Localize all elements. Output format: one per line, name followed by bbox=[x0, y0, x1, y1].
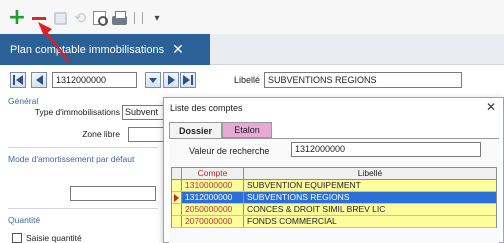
toolbar-separator bbox=[134, 12, 135, 24]
undo-icon[interactable]: ⟲ bbox=[72, 8, 88, 28]
dialog-panel: Valeur de recherche 1312000000 Compte Li… bbox=[169, 138, 499, 243]
grid-header: Compte Libellé bbox=[172, 168, 496, 180]
table-row[interactable]: 2050000000 CONCES & DROIT SIMIL BREV LIC bbox=[172, 204, 496, 216]
toolbar-separator bbox=[142, 12, 143, 24]
cell-libelle: CONCES & DROIT SIMIL BREV LIC bbox=[247, 204, 386, 214]
libelle-input[interactable]: SUBVENTIONS REGIONS bbox=[264, 72, 462, 88]
previous-record-button[interactable] bbox=[31, 72, 47, 88]
next-record-button[interactable] bbox=[163, 72, 179, 88]
close-icon[interactable]: ✕ bbox=[486, 100, 496, 114]
cell-compte: 1310000000 bbox=[182, 180, 244, 191]
zone-libre-input[interactable] bbox=[128, 127, 164, 142]
cell-libelle: SUBVENTION EQUIPEMENT bbox=[247, 180, 361, 190]
account-grid: Compte Libellé 1310000000 SUBVENTION EQU… bbox=[171, 167, 497, 228]
libelle-label: Libellé bbox=[234, 75, 261, 85]
column-header-libelle[interactable]: Libellé bbox=[244, 168, 496, 179]
dialog-title-bar: Liste des comptes bbox=[164, 98, 503, 118]
section-amortissement-title: Mode d'amortissement par défaut bbox=[8, 154, 135, 164]
close-icon[interactable]: ✕ bbox=[172, 42, 184, 58]
section-general-title: Général bbox=[8, 96, 39, 106]
plus-icon[interactable]: + bbox=[8, 7, 26, 29]
print-icon[interactable] bbox=[110, 8, 128, 28]
account-list-dialog: Liste des comptes ✕ Dossier Etalon Valeu… bbox=[163, 97, 504, 243]
search-input[interactable]: 1312000000 bbox=[291, 142, 481, 157]
divider bbox=[8, 147, 158, 148]
chevron-down-icon[interactable]: ▾ bbox=[152, 8, 162, 28]
row-pointer-icon bbox=[174, 194, 179, 202]
dialog-title: Liste des comptes bbox=[170, 103, 243, 113]
table-row[interactable]: 2070000000 FONDS COMMERCIAL bbox=[172, 216, 496, 228]
account-dropdown-button[interactable] bbox=[145, 72, 161, 88]
saisie-quantite-checkbox[interactable] bbox=[12, 233, 22, 243]
search-icon[interactable] bbox=[91, 8, 108, 28]
toolbar: + ⟲ ▾ bbox=[0, 0, 504, 34]
tab-plan-comptable[interactable]: Plan comptable immobilisations ✕ bbox=[0, 34, 210, 65]
save-icon[interactable] bbox=[52, 8, 68, 28]
table-row-selected[interactable]: 1312000000 SUBVENTIONS REGIONS bbox=[172, 192, 496, 204]
tab-label: Plan comptable immobilisations bbox=[10, 43, 165, 56]
cell-compte: 1312000000 bbox=[182, 192, 244, 203]
saisie-quantite-label: Saisie quantité bbox=[26, 233, 82, 243]
last-record-button[interactable] bbox=[180, 72, 196, 88]
account-number-input[interactable]: 1312000000 bbox=[52, 72, 137, 88]
first-record-button[interactable] bbox=[10, 72, 26, 88]
column-header-compte[interactable]: Compte bbox=[182, 168, 244, 179]
divider bbox=[8, 208, 158, 209]
cell-libelle: SUBVENTIONS REGIONS bbox=[247, 192, 350, 202]
zone-libre-label: Zone libre bbox=[82, 129, 120, 139]
tab-etalon[interactable]: Etalon bbox=[222, 122, 272, 138]
cell-compte: 2070000000 bbox=[182, 216, 244, 227]
cell-compte: 2050000000 bbox=[182, 204, 244, 215]
cell-libelle: FONDS COMMERCIAL bbox=[247, 216, 337, 226]
search-label: Valeur de recherche bbox=[189, 146, 270, 156]
type-immobilisations-input[interactable]: Subvent bbox=[122, 105, 164, 120]
tab-bar: Plan comptable immobilisations ✕ bbox=[0, 34, 504, 65]
minus-icon[interactable] bbox=[30, 8, 48, 28]
amortissement-input[interactable] bbox=[70, 186, 156, 201]
section-quantite-title: Quantité bbox=[8, 215, 41, 225]
table-row[interactable]: 1310000000 SUBVENTION EQUIPEMENT bbox=[172, 180, 496, 192]
type-immobilisations-label: Type d'immobilisations bbox=[34, 107, 120, 117]
tab-dossier[interactable]: Dossier bbox=[169, 122, 222, 139]
